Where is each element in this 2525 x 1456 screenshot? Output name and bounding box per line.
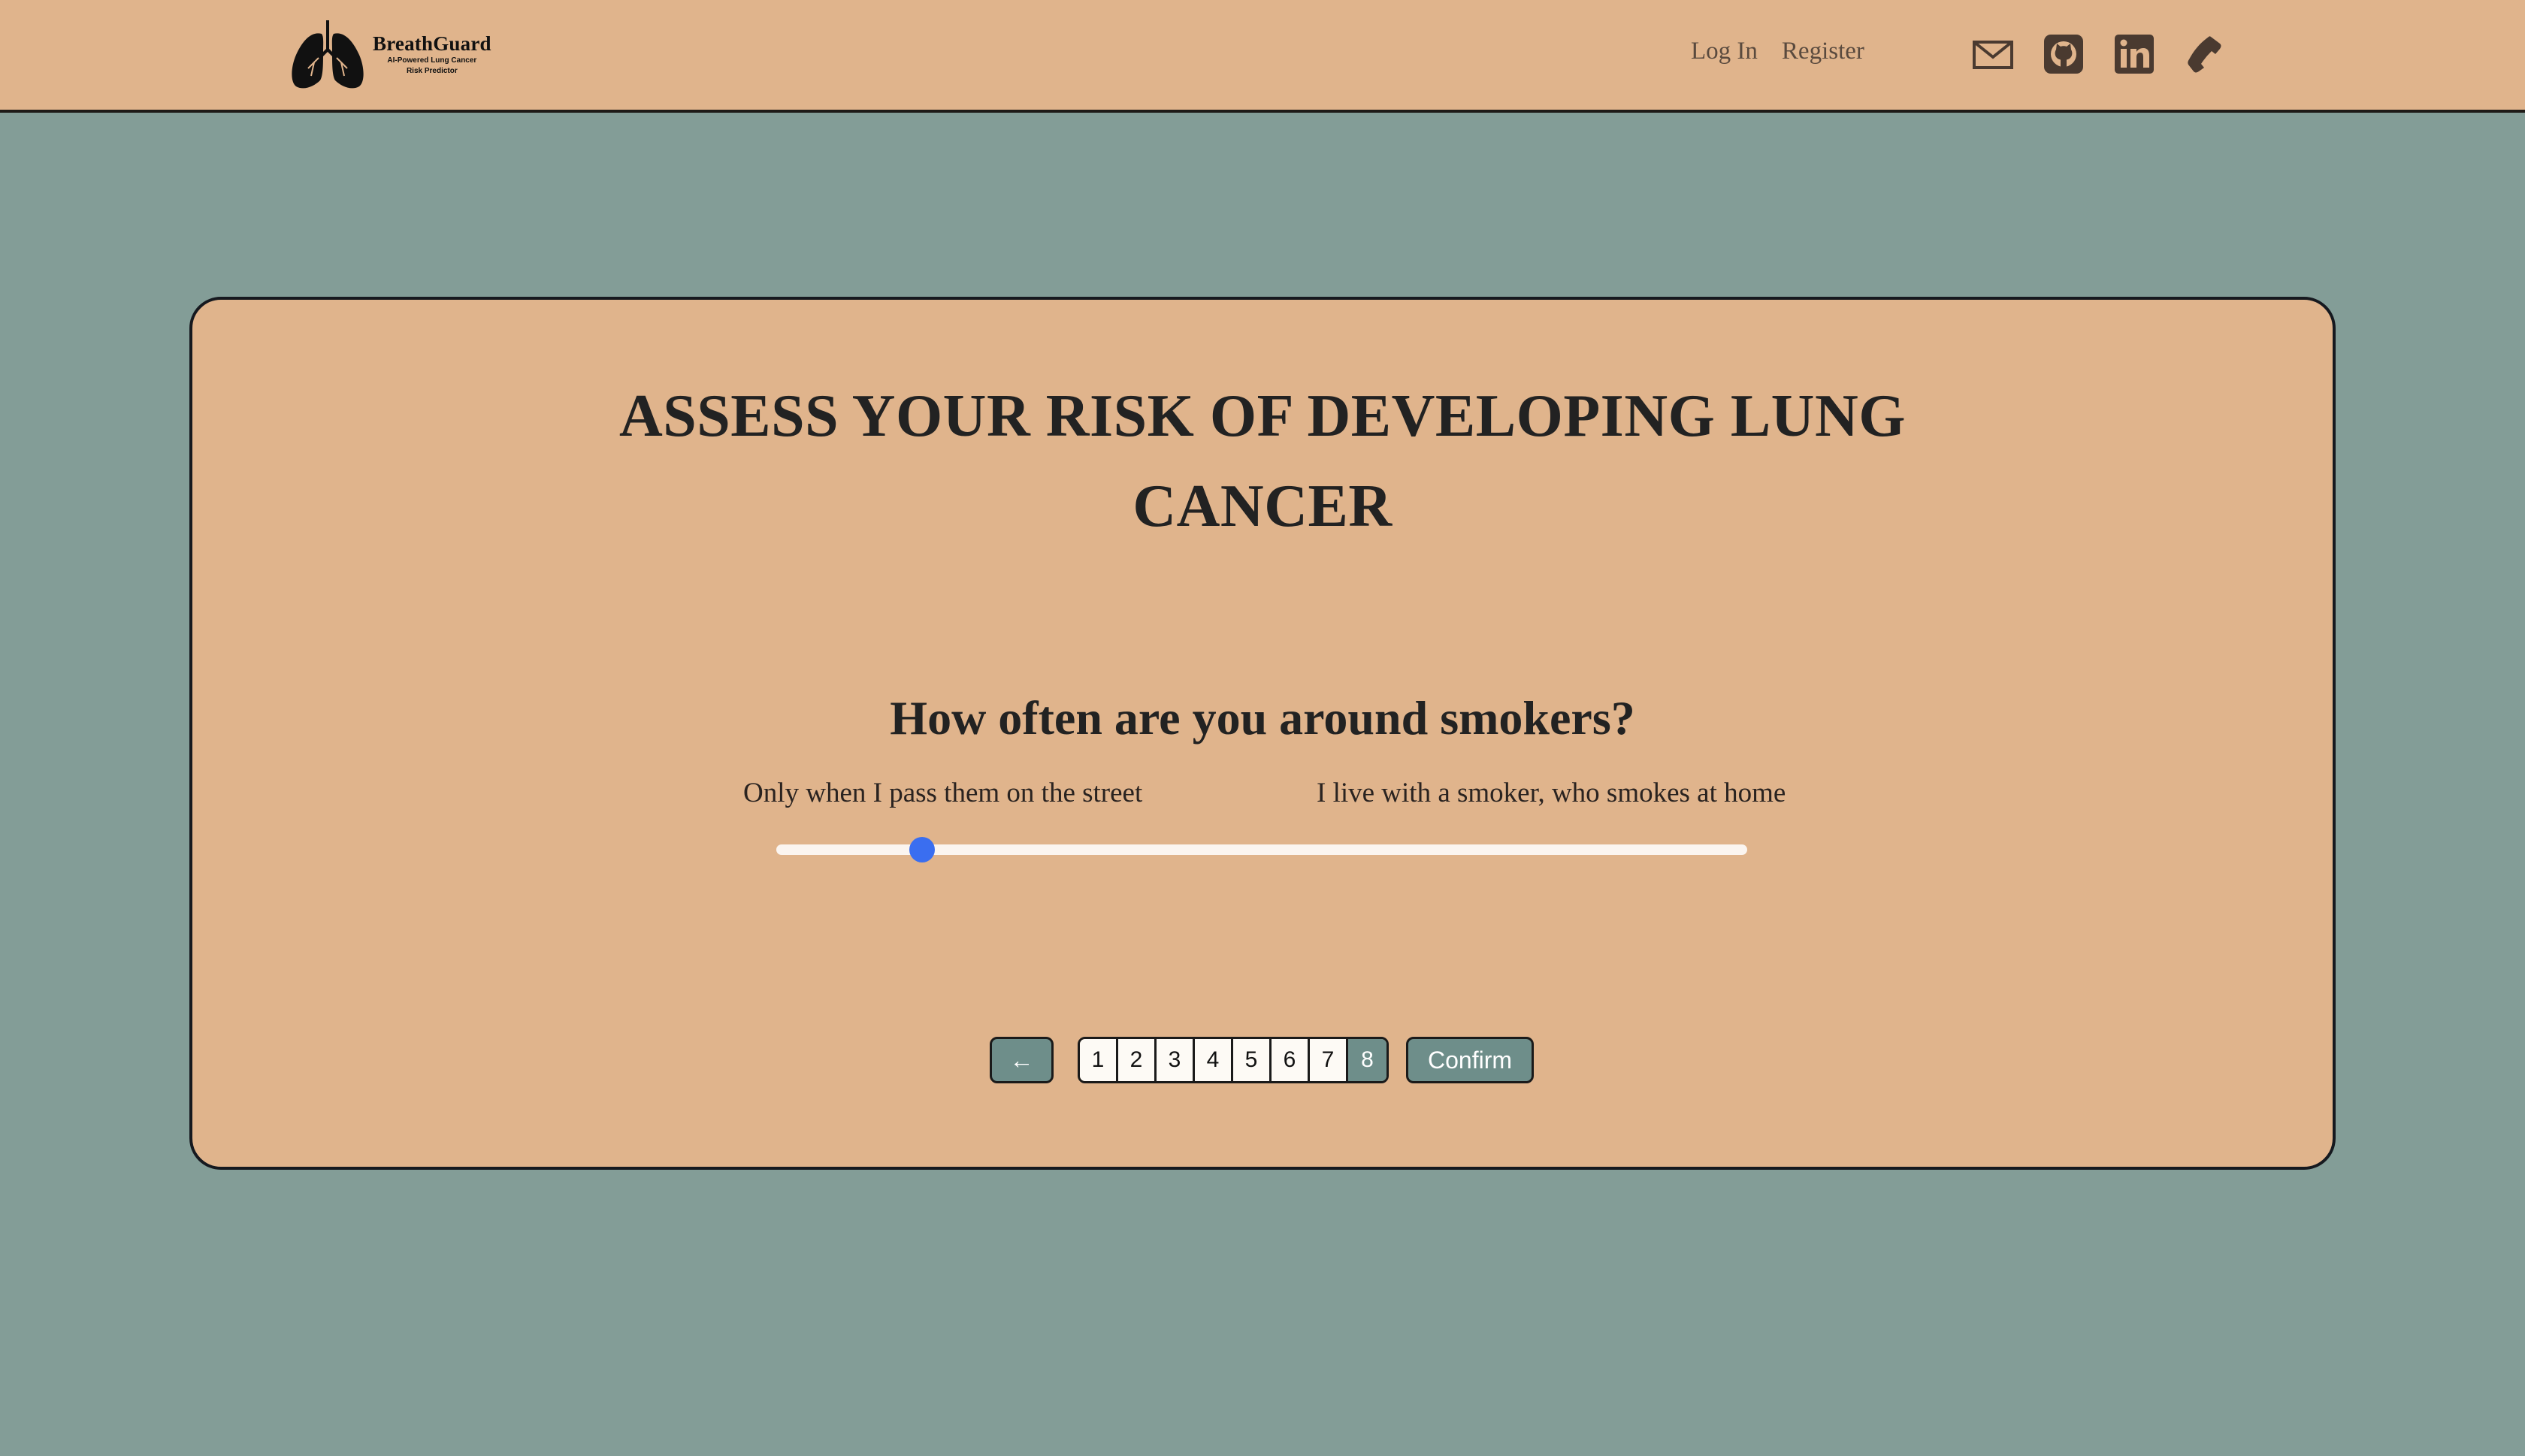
exposure-slider[interactable] [776, 837, 1747, 862]
question-text: How often are you around smokers? [890, 691, 1635, 745]
github-icon[interactable] [2043, 33, 2085, 75]
back-button[interactable]: ← [990, 1037, 1054, 1083]
nav-links: Log In Register [1691, 38, 1864, 65]
slider-thumb[interactable] [909, 837, 935, 862]
slider-min-label: Only when I pass them on the street [743, 778, 1143, 808]
slider-max-label: I live with a smoker, who smokes at home [1317, 778, 1786, 808]
page-title: ASSESS YOUR RISK OF DEVELOPING LUNG CANC… [619, 383, 1906, 539]
register-link[interactable]: Register [1782, 38, 1864, 65]
page-4-button[interactable]: 4 [1195, 1039, 1233, 1081]
page-7-button[interactable]: 7 [1310, 1039, 1348, 1081]
confirm-button[interactable]: Confirm [1406, 1037, 1534, 1083]
page-numbers: 12345678 [1078, 1037, 1389, 1083]
social-icons [1972, 33, 2226, 75]
question-pager: ← 12345678 Confirm [0, 1037, 2525, 1085]
login-link[interactable]: Log In [1691, 38, 1758, 65]
brand-logo[interactable]: BreathGuard AI-Powered Lung Cancer Risk … [289, 18, 491, 90]
phone-icon[interactable] [2184, 33, 2226, 75]
page-5-button[interactable]: 5 [1233, 1039, 1272, 1081]
linkedin-icon[interactable] [2113, 33, 2155, 75]
page-6-button[interactable]: 6 [1272, 1039, 1310, 1081]
navbar: BreathGuard AI-Powered Lung Cancer Risk … [0, 0, 2525, 113]
mail-icon[interactable] [1972, 33, 2014, 75]
lungs-icon [292, 20, 364, 89]
page-2-button[interactable]: 2 [1118, 1039, 1157, 1081]
page-8-button[interactable]: 8 [1348, 1039, 1386, 1081]
brand-tagline: AI-Powered Lung Cancer [387, 56, 477, 65]
page-1-button[interactable]: 1 [1080, 1039, 1118, 1081]
brand-name: BreathGuard [373, 32, 491, 55]
page-3-button[interactable]: 3 [1157, 1039, 1195, 1081]
brand-tagline: Risk Predictor [406, 66, 458, 75]
